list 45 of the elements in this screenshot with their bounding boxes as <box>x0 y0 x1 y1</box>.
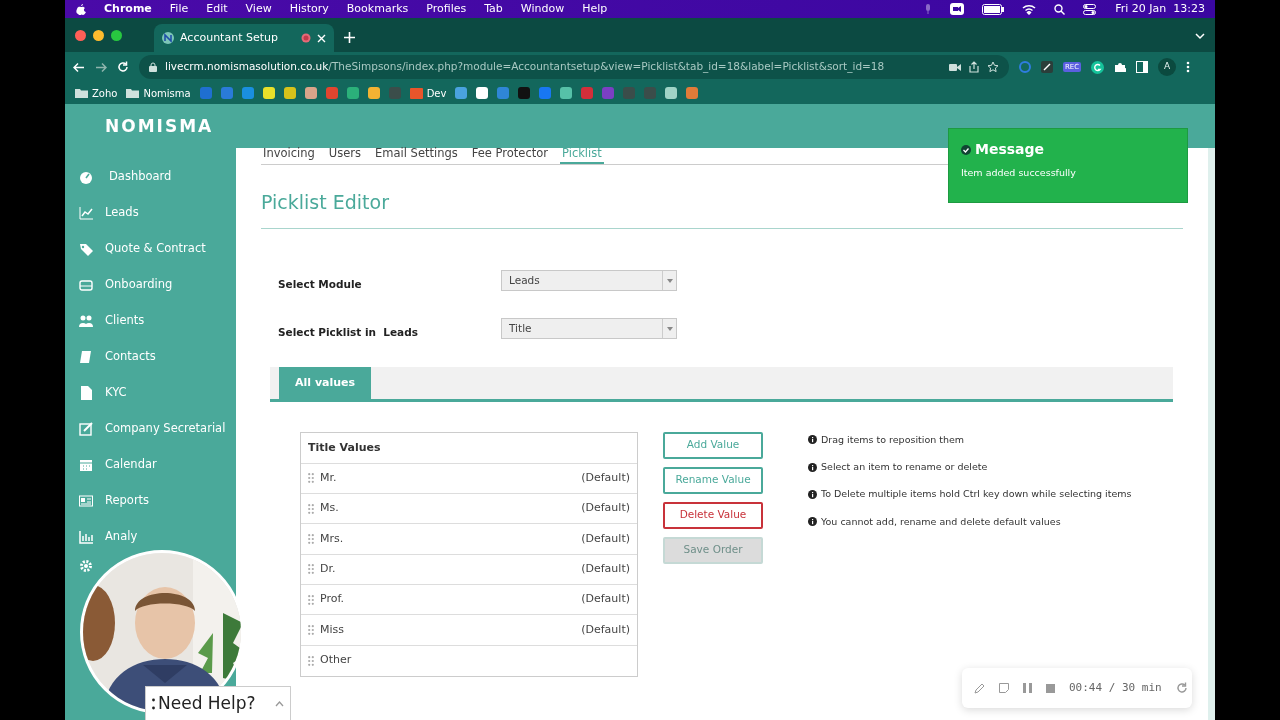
bookmark-folder[interactable]: Nomisma <box>126 85 191 101</box>
menu-item[interactable]: Window <box>520 0 565 18</box>
action-button[interactable]: Delete Value <box>663 501 763 529</box>
menu-item[interactable]: Bookmarks <box>346 0 409 18</box>
select-dropdown[interactable]: Title <box>501 318 677 340</box>
list-item[interactable]: Mrs. (Default) <box>301 524 637 555</box>
tip-text: You cannot add, rename and delete default values <box>821 514 1061 529</box>
profile-avatar[interactable]: A <box>1158 58 1177 76</box>
browser-tab[interactable]: Accountant Setup <box>154 24 334 52</box>
list-item[interactable]: Mr. (Default) <box>301 463 637 495</box>
menubar-clock: Fri 20 Jan 13:23 <box>1115 0 1205 17</box>
bookmark-folder[interactable]: Zoho <box>75 85 118 101</box>
select-dropdown[interactable]: Leads <box>501 270 677 292</box>
list-item[interactable]: Prof. (Default) <box>301 585 637 616</box>
toast-title: Message <box>975 140 1045 159</box>
app-menu[interactable]: Chrome <box>104 0 152 18</box>
tip-text: Drag items to reposition them <box>821 432 965 447</box>
menu-item[interactable]: Profiles <box>426 0 467 18</box>
toast-message: Item added successfully <box>961 166 1077 180</box>
help-widget[interactable]: Need Help? <box>145 686 291 720</box>
settings-tab[interactable]: Invoicing <box>261 144 317 164</box>
tip-text: To Delete multiple items hold Ctrl key down while selecting items <box>821 487 1132 502</box>
table-heading: Title Values <box>301 432 637 464</box>
menu-item[interactable]: File <box>169 0 189 18</box>
menu-item[interactable]: Edit <box>206 0 228 18</box>
list-item[interactable]: Dr. (Default) <box>301 554 637 585</box>
menu-item[interactable]: History <box>289 0 329 18</box>
address-field[interactable]: livecrm.nomismasolution.co.uk/TheSimpsons/index.php?module=Accountantsetup&view=Picklist&tab_id=18&label=Picklist&sort_id=18 <box>139 55 1009 79</box>
tip-text: Select an item to rename or delete <box>821 460 988 475</box>
settings-tab[interactable]: Fee Protector <box>469 144 550 164</box>
menu-item[interactable]: View <box>245 0 272 18</box>
menu-item[interactable]: Help <box>582 0 608 18</box>
tab-title: Accountant Setup <box>180 29 279 46</box>
list-item[interactable]: Other <box>301 645 637 676</box>
list-item[interactable]: Miss (Default) <box>301 615 637 646</box>
field-label: Select Module <box>278 276 363 292</box>
logo-text: NOMISMA <box>105 115 214 139</box>
url-text: livecrm.nomismasolution.co.uk/TheSimpsons/index.php?module=Accountantsetup&view=Picklist&tab_id=18&label=Picklist&sort_id=18 <box>165 59 885 75</box>
bookmark-link[interactable]: Dev <box>409 85 447 101</box>
list-item[interactable]: Ms. (Default) <box>301 494 637 525</box>
field-label: Select Picklist in Leads <box>278 324 419 340</box>
settings-tab[interactable]: Users <box>326 144 364 164</box>
recording-time: 00:44 / 30 min <box>1069 679 1162 696</box>
settings-tab[interactable]: Email Settings <box>373 144 460 164</box>
menu-item[interactable]: Tab <box>484 0 503 18</box>
